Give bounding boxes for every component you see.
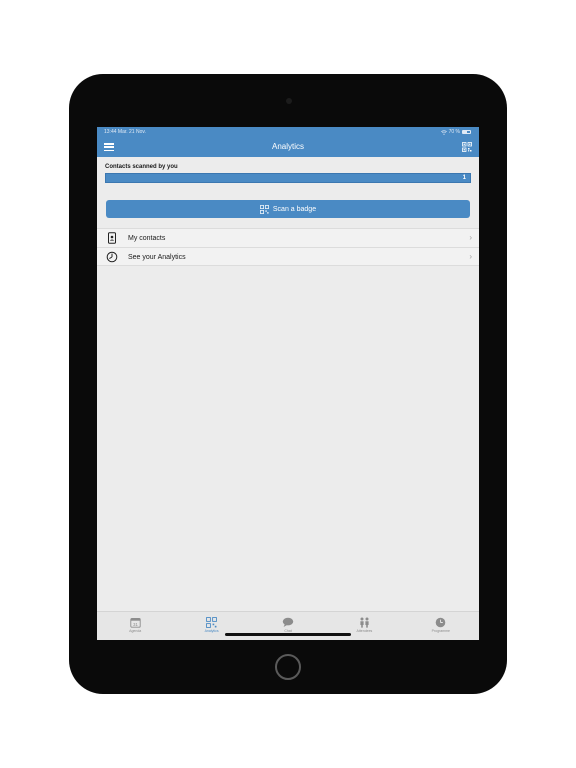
navigation-bar: Analytics [97,137,479,157]
svg-text:31: 31 [133,622,138,627]
qr-code-icon [259,204,269,214]
attendees-icon [360,617,369,628]
clock-chart-icon [106,251,118,263]
calendar-icon: 31 [130,618,141,628]
tab-label: Attendees [356,629,373,633]
battery-percentage: 70 % [448,129,460,135]
status-time: 13:44 Mar. 21 Nov. [104,129,146,135]
scan-badge-button[interactable]: Scan a badge [106,200,470,218]
menu-list: My contacts › See your Analytics › [97,228,479,266]
scan-badge-label: Scan a badge [272,205,317,213]
contacts-scanned-bar: 1 [105,173,471,183]
chat-icon [282,617,294,627]
tab-label: Analytics [204,629,219,633]
contacts-scanned-count: 1 [462,175,466,181]
tab-agenda[interactable]: 31 Agenda [97,612,173,640]
contact-device-icon [108,232,116,244]
app-screen: 13:44 Mar. 21 Nov. 70 % Analytics Contac… [97,127,479,640]
qr-code-icon[interactable] [462,142,472,152]
wifi-icon [440,129,447,135]
status-bar: 13:44 Mar. 21 Nov. 70 % [97,127,479,137]
chevron-right-icon: › [469,252,472,261]
page-title: Analytics [271,142,304,151]
tab-programme[interactable]: Programme [403,612,479,640]
contacts-scanned-title: Contacts scanned by you [105,164,178,170]
list-item-label: See your Analytics [128,254,186,261]
tab-label: Programme [431,629,450,633]
home-indicator[interactable] [225,633,351,636]
list-item-label: My contacts [128,235,166,242]
chevron-right-icon: › [469,233,472,242]
tab-label: Agenda [129,629,142,633]
camera [286,98,292,104]
status-battery: 70 % [440,129,471,135]
home-button[interactable] [275,654,301,680]
list-item-my-contacts[interactable]: My contacts › [97,228,479,247]
clock-icon [436,617,446,628]
qr-code-icon [206,617,217,628]
battery-icon [462,130,471,134]
list-item-see-analytics[interactable]: See your Analytics › [97,247,479,266]
